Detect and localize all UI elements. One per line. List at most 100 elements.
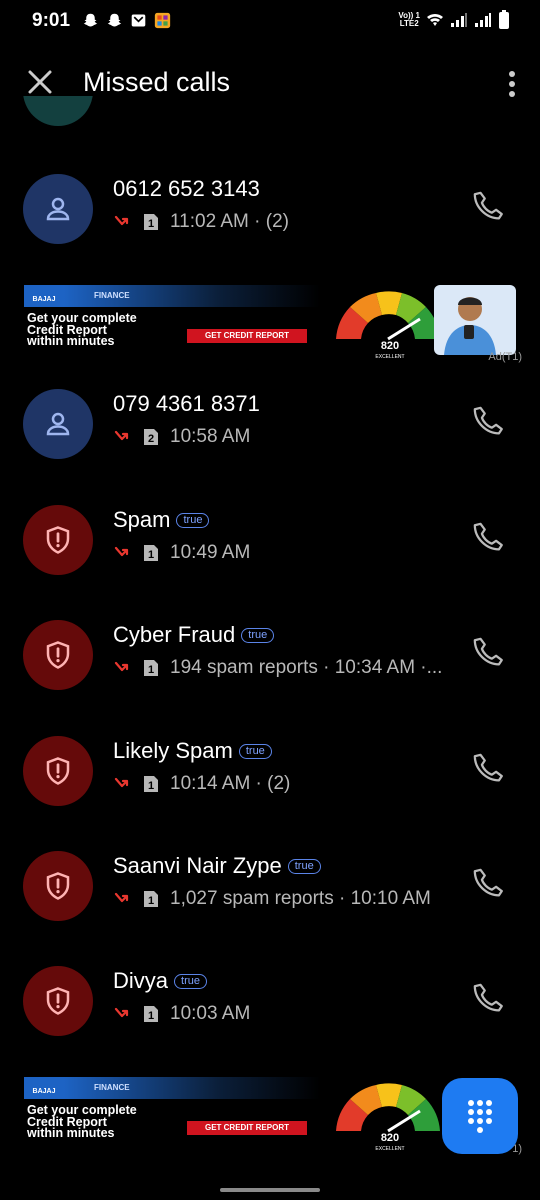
status-bar: 9:01 Vo)) 1 LTE2 <box>0 0 540 44</box>
gesture-nav-bar[interactable] <box>220 1188 320 1192</box>
phone-icon[interactable] <box>472 636 506 670</box>
ad-cta-button[interactable]: GET CREDIT REPORT <box>187 329 307 343</box>
verified-badge: true <box>287 859 321 874</box>
call-row[interactable]: Saanvi Nair Zype true 1 1,027 spam report… <box>0 851 540 951</box>
svg-text:820: 820 <box>381 340 399 352</box>
phone-icon[interactable] <box>472 982 506 1016</box>
avatar <box>23 851 93 921</box>
verified-badge: true <box>176 513 210 528</box>
missed-call-icon <box>114 777 129 788</box>
notification-icons <box>82 12 171 29</box>
status-time: 9:01 <box>32 10 71 31</box>
missed-call-icon <box>114 215 129 226</box>
brand-sub: FINANCE <box>64 285 320 307</box>
battery-icon <box>499 10 509 29</box>
phone-icon[interactable] <box>472 521 506 555</box>
call-meta: 1 10:03 AM <box>113 1003 453 1025</box>
svg-text:2: 2 <box>148 433 154 445</box>
svg-text:1: 1 <box>148 549 154 561</box>
snapchat-icon <box>107 13 122 27</box>
call-meta: 1 11:02 AM · (2) <box>113 211 453 233</box>
missed-call-icon <box>114 1007 129 1018</box>
sim-icon: 1 <box>144 660 158 676</box>
caller-name: 079 4361 8371 <box>113 391 260 416</box>
phone-icon[interactable] <box>472 405 506 439</box>
ad-banner[interactable]: BAJAJ FINANCE Get your complete Credit R… <box>0 285 540 373</box>
call-meta: 2 10:58 AM <box>113 426 453 448</box>
dialpad-icon <box>468 1100 492 1133</box>
phone-icon[interactable] <box>472 752 506 786</box>
credit-gauge-icon: 820 EXCELLENT <box>336 1083 440 1152</box>
snapchat-icon <box>83 13 98 27</box>
call-meta: 1 194 spam reports · 10:34 AM ·... <box>113 657 453 679</box>
caller-name: Cyber Fraud true <box>113 622 275 648</box>
person-icon <box>46 412 70 436</box>
call-row[interactable]: 0612 652 3143 1 11:02 AM · (2) <box>0 174 540 274</box>
phone-icon[interactable] <box>472 190 506 224</box>
avatar <box>23 389 93 459</box>
caller-name: Saanvi Nair Zype true <box>113 853 321 879</box>
mail-icon <box>131 14 146 27</box>
volte-indicator: Vo)) 1 LTE2 <box>398 11 420 28</box>
shield-alert-icon <box>46 526 70 554</box>
call-meta: 1 10:49 AM <box>113 542 453 564</box>
caller-name: Divya true <box>113 968 207 994</box>
system-icons: Vo)) 1 LTE2 <box>398 10 510 30</box>
shield-alert-icon <box>46 872 70 900</box>
call-row[interactable]: Spam true 1 10:49 AM <box>0 505 540 605</box>
avatar <box>23 736 93 806</box>
dialpad-button[interactable] <box>442 1078 518 1154</box>
svg-text:1: 1 <box>148 1010 154 1022</box>
ad-person-image <box>434 285 516 355</box>
shield-alert-icon <box>46 757 70 785</box>
signal-icon <box>451 13 467 27</box>
avatar <box>23 174 93 244</box>
avatar <box>23 505 93 575</box>
svg-text:EXCELLENT: EXCELLENT <box>375 354 404 360</box>
svg-text:1: 1 <box>148 664 154 676</box>
partial-avatar <box>23 96 93 126</box>
shield-alert-icon <box>46 641 70 669</box>
verified-badge: true <box>241 628 275 643</box>
more-vert-icon[interactable] <box>504 66 520 102</box>
caller-name: 0612 652 3143 <box>113 176 260 201</box>
ad-headline: Get your complete Credit Report within m… <box>27 1103 137 1140</box>
signal-icon <box>475 13 491 27</box>
phone-icon[interactable] <box>472 867 506 901</box>
page-title: Missed calls <box>83 67 231 97</box>
caller-name: Likely Spam true <box>113 738 272 764</box>
verified-badge: true <box>238 744 272 759</box>
sim-icon: 1 <box>144 891 158 907</box>
sim-icon: 1 <box>144 545 158 561</box>
ad-headline: Get your complete Credit Report within m… <box>27 311 137 348</box>
svg-text:1: 1 <box>148 780 154 792</box>
call-row[interactable]: Cyber Fraud true 1 194 spam reports · 10:… <box>0 620 540 720</box>
gallery-icon <box>154 12 171 29</box>
brand-logo: BAJAJ <box>24 1077 64 1099</box>
call-row[interactable]: Divya true 1 10:03 AM <box>0 966 540 1066</box>
sim-icon: 1 <box>144 1006 158 1022</box>
wifi-icon <box>427 13 443 26</box>
person-icon <box>46 197 70 221</box>
avatar <box>23 620 93 690</box>
sim-icon: 1 <box>144 776 158 792</box>
svg-text:820: 820 <box>381 1132 399 1144</box>
brand-sub: FINANCE <box>64 1077 320 1099</box>
ad-tag: Ad(T1) <box>488 351 522 363</box>
missed-call-icon <box>114 892 129 903</box>
brand-logo: BAJAJ <box>24 285 64 307</box>
verified-badge: true <box>174 974 207 989</box>
call-row[interactable]: 079 4361 8371 2 10:58 AM <box>0 389 540 489</box>
caller-name: Spam true <box>113 507 210 533</box>
avatar <box>23 966 93 1036</box>
svg-text:EXCELLENT: EXCELLENT <box>375 1146 404 1152</box>
close-icon[interactable] <box>22 64 58 100</box>
missed-call-icon <box>114 546 129 557</box>
missed-call-icon <box>114 430 129 441</box>
call-meta: 1 10:14 AM · (2) <box>113 773 453 795</box>
ad-cta-button[interactable]: GET CREDIT REPORT <box>187 1121 307 1135</box>
call-row[interactable]: Likely Spam true 1 10:14 AM · (2) <box>0 736 540 836</box>
call-meta: 1 1,027 spam reports · 10:10 AM <box>113 888 453 910</box>
sim-icon: 1 <box>144 214 158 230</box>
missed-call-icon <box>114 661 129 672</box>
